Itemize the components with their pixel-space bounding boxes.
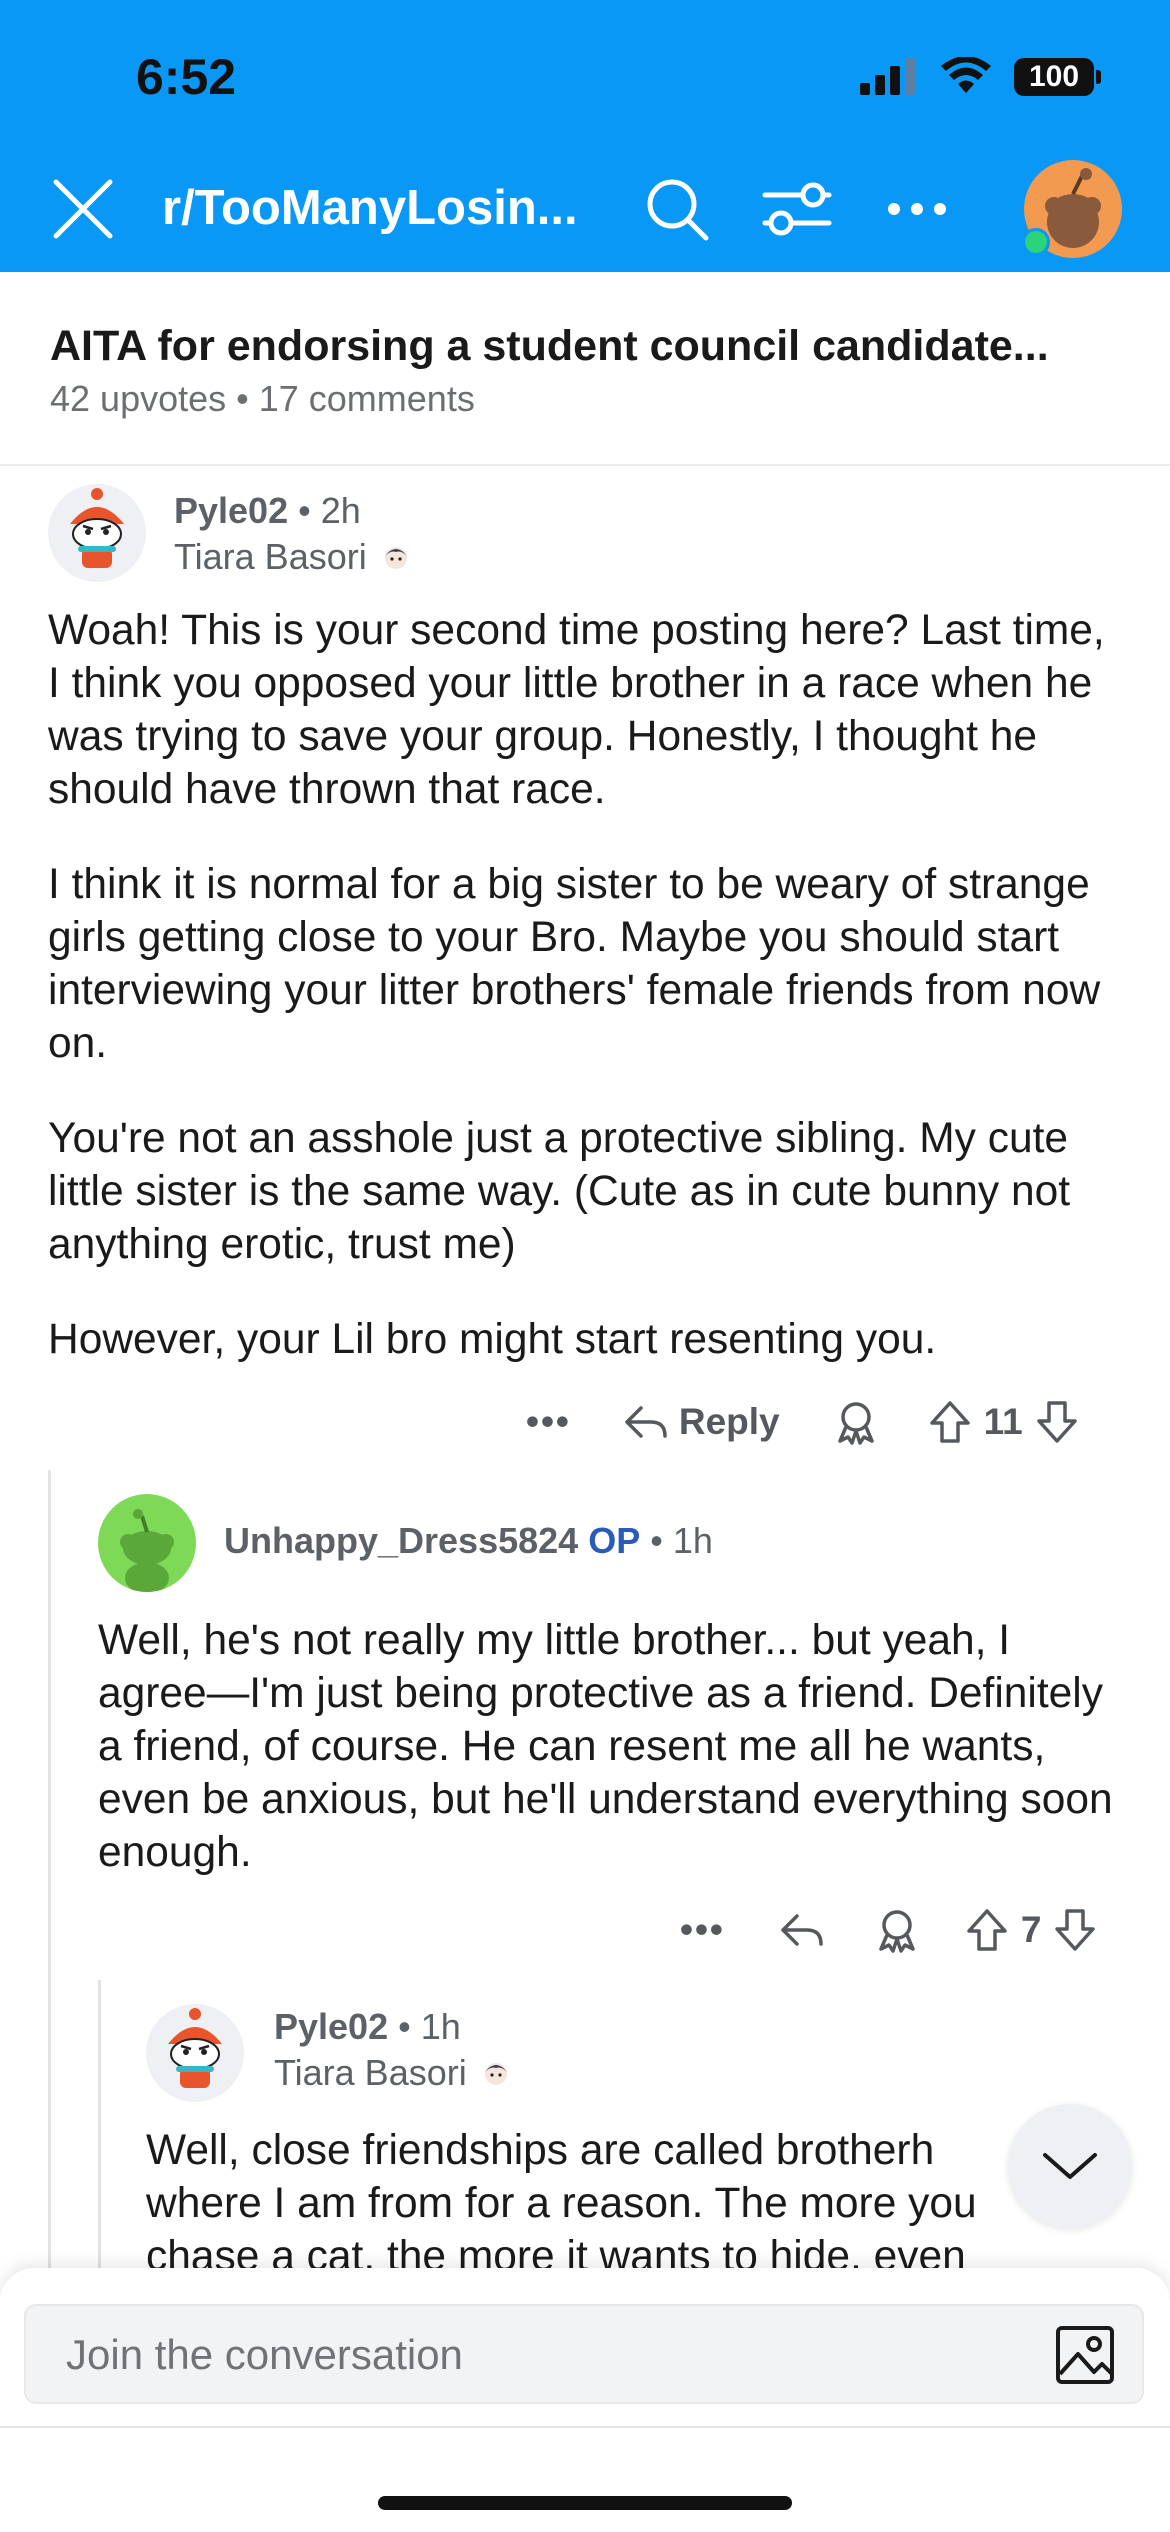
snoo-avatar-icon (168, 2008, 222, 2088)
comment-actions: ••• 7 (680, 1900, 1097, 1960)
comment-time: • 1h (650, 1520, 713, 1561)
downvote-button[interactable] (1035, 1399, 1079, 1445)
award-icon (879, 1910, 915, 1953)
downvote-arrow-icon (1037, 1401, 1077, 1443)
reply-button[interactable] (779, 1910, 825, 1950)
cellular-signal-icon (860, 58, 915, 95)
close-icon (53, 179, 113, 239)
add-image-icon[interactable] (1054, 2324, 1116, 2386)
avatar[interactable] (48, 484, 146, 582)
comment-actions: ••• Reply 11 (526, 1392, 1079, 1452)
post-meta: 42 upvotes • 17 comments (50, 378, 475, 419)
comment-time: • 2h (298, 490, 361, 531)
award-button[interactable] (834, 1399, 878, 1445)
status-time: 6:52 (136, 49, 237, 105)
avatar[interactable] (98, 1494, 196, 1592)
comment-body: Woah! This is your second time posting h… (48, 604, 1128, 1408)
thread-line[interactable] (48, 1470, 51, 2268)
filter-sliders-icon (762, 182, 832, 236)
award-icon (837, 1402, 874, 1445)
award-button[interactable] (875, 1907, 919, 1953)
comment-body: Well, close friendships are called broth… (146, 2124, 1006, 2268)
comment-paragraph: Well, close friendships are called broth… (146, 2127, 977, 2268)
op-badge: OP (588, 1520, 641, 1561)
join-conversation-field[interactable] (24, 2304, 1144, 2404)
top-app-bar: 6:52 100 r/TooManyLosin... (0, 0, 1170, 272)
user-flair: Tiara Basori (174, 536, 413, 578)
reply-button[interactable]: Reply (623, 1401, 780, 1443)
comment-paragraph: Woah! This is your second time posting h… (48, 607, 1105, 813)
reply-label: Reply (678, 1401, 780, 1442)
status-icons: 100 (860, 54, 1101, 100)
more-options-button[interactable] (878, 170, 956, 248)
close-button[interactable] (46, 172, 120, 246)
more-horizontal-icon (888, 203, 946, 215)
snoo-avatar-icon (70, 488, 124, 568)
flair-emoji-icon (484, 2063, 507, 2085)
username[interactable]: Unhappy_Dress5824 (224, 1520, 578, 1561)
subreddit-title[interactable]: r/TooManyLosin... (162, 180, 578, 236)
thread-line[interactable] (98, 1980, 101, 2268)
vote-count: 11 (983, 1401, 1023, 1442)
search-button[interactable] (638, 170, 716, 248)
user-flair: Tiara Basori (274, 2052, 513, 2094)
more-button[interactable]: ••• (680, 1909, 725, 1951)
downvote-arrow-icon (1055, 1909, 1096, 1951)
upvote-arrow-icon (929, 1401, 970, 1443)
scroll-next-comment-button[interactable] (1008, 2104, 1132, 2228)
divider (0, 2426, 1170, 2428)
post-header[interactable]: AITA for endorsing a student council can… (0, 272, 1170, 466)
upvote-button[interactable] (965, 1907, 1009, 1953)
chevron-down-icon (1043, 2153, 1097, 2179)
post-title[interactable]: AITA for endorsing a student council can… (50, 322, 1049, 371)
reply-arrow-icon (781, 1914, 823, 1946)
battery-indicator: 100 (1014, 58, 1101, 96)
sort-filter-button[interactable] (758, 170, 836, 248)
vote-count: 7 (1020, 1909, 1042, 1950)
composer-panel (0, 2268, 1170, 2532)
username[interactable]: Pyle02 (274, 2006, 388, 2047)
avatar[interactable] (146, 2004, 244, 2102)
comment-paragraph: You're not an asshole just a protective … (48, 1115, 1071, 1268)
comment-paragraph: However, your Lil bro might start resent… (48, 1316, 937, 1363)
downvote-button[interactable] (1053, 1907, 1097, 1953)
flair-text: Tiara Basori (274, 2052, 467, 2093)
wifi-icon (941, 57, 991, 93)
upvote-button[interactable] (928, 1399, 972, 1445)
comment-paragraph: I think it is normal for a big sister to… (48, 861, 1101, 1067)
flair-emoji-icon (384, 547, 407, 569)
comment-input[interactable] (64, 2324, 1028, 2386)
username[interactable]: Pyle02 (174, 490, 288, 531)
comment-meta: Unhappy_Dress5824 OP • 1h (224, 1520, 713, 1562)
reply-arrow-icon (625, 1406, 667, 1438)
flair-text: Tiara Basori (174, 536, 367, 577)
online-status-dot (1022, 228, 1050, 256)
comment-meta: Pyle02 • 1h (274, 2006, 461, 2048)
comment-meta: Pyle02 • 2h (174, 490, 361, 532)
comment-paragraph: Well, he's not really my little brother.… (98, 1617, 1113, 1876)
more-button[interactable]: ••• (526, 1401, 571, 1443)
home-indicator[interactable] (378, 2496, 792, 2510)
snoo-avatar-icon (120, 1509, 174, 1592)
upvote-arrow-icon (967, 1909, 1007, 1951)
comment-time: • 1h (398, 2006, 461, 2047)
comment-body: Well, he's not really my little brother.… (98, 1614, 1128, 1921)
search-icon (647, 179, 709, 241)
